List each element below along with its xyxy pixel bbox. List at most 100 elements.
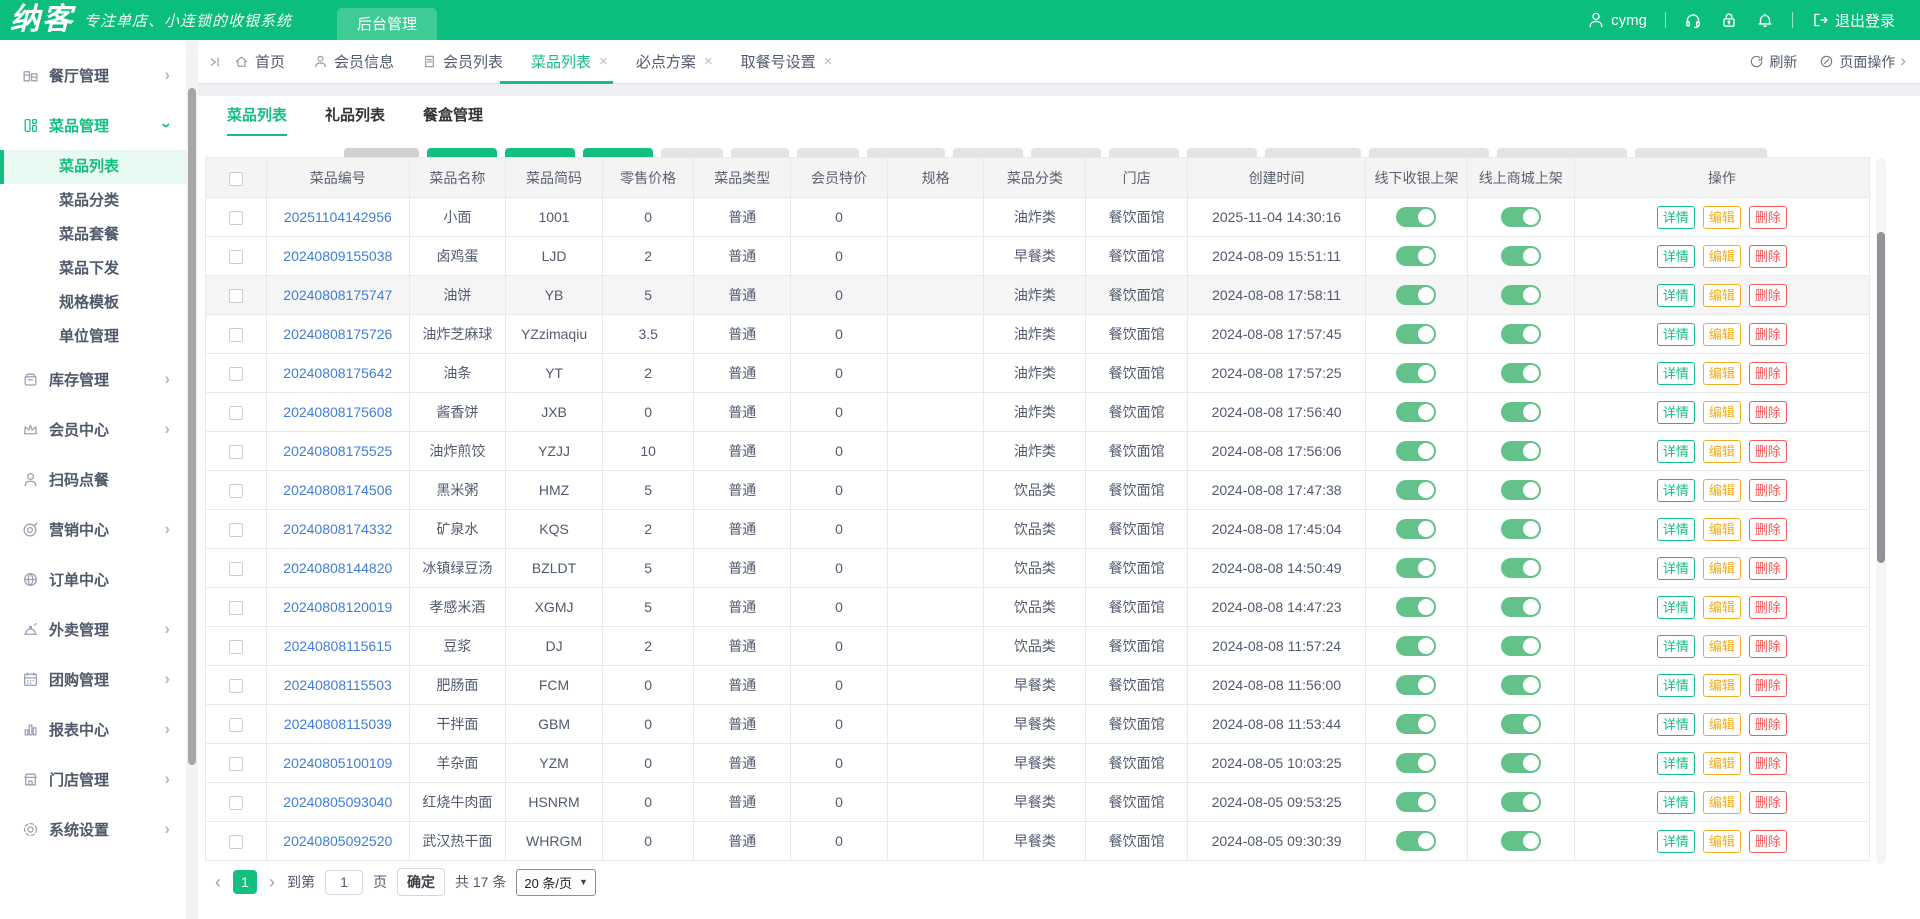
- delete-button[interactable]: 删除: [1749, 323, 1787, 346]
- tab-item[interactable]: 会员信息: [313, 51, 394, 72]
- row-checkbox[interactable]: [229, 562, 243, 576]
- refresh-button[interactable]: 刷新: [1749, 52, 1797, 72]
- goto-page-input[interactable]: [325, 870, 363, 895]
- sidebar-subitem[interactable]: 规格模板: [0, 286, 186, 320]
- clipped-toolbar-element[interactable]: [1635, 148, 1767, 157]
- offline-pos-toggle[interactable]: [1396, 246, 1436, 266]
- clipped-toolbar-element[interactable]: [953, 148, 1023, 157]
- delete-button[interactable]: 删除: [1749, 479, 1787, 502]
- row-checkbox[interactable]: [229, 601, 243, 615]
- sidebar-collapse-icon[interactable]: [206, 54, 222, 70]
- dish-code-link[interactable]: 20240808175747: [283, 287, 392, 303]
- row-checkbox[interactable]: [229, 211, 243, 225]
- offline-pos-toggle[interactable]: [1396, 285, 1436, 305]
- dish-code-link[interactable]: 20240808175608: [283, 404, 392, 420]
- tab-item[interactable]: 会员列表: [422, 51, 503, 72]
- edit-button[interactable]: 编辑: [1703, 557, 1741, 580]
- offline-pos-toggle[interactable]: [1396, 714, 1436, 734]
- sidebar-group[interactable]: 库存管理›: [0, 354, 186, 404]
- sidebar-group[interactable]: 菜品管理›: [0, 100, 186, 150]
- detail-button[interactable]: 详情: [1657, 752, 1695, 775]
- dish-code-link[interactable]: 20240808115615: [284, 638, 392, 654]
- subtab[interactable]: 礼品列表: [325, 104, 385, 136]
- edit-button[interactable]: 编辑: [1703, 635, 1741, 658]
- sidebar-subitem[interactable]: 菜品列表: [0, 150, 186, 184]
- row-checkbox[interactable]: [229, 250, 243, 264]
- online-mall-toggle[interactable]: [1501, 207, 1541, 227]
- detail-button[interactable]: 详情: [1657, 791, 1695, 814]
- edit-button[interactable]: 编辑: [1703, 830, 1741, 853]
- offline-pos-toggle[interactable]: [1396, 324, 1436, 344]
- delete-button[interactable]: 删除: [1749, 284, 1787, 307]
- edit-button[interactable]: 编辑: [1703, 401, 1741, 424]
- offline-pos-toggle[interactable]: [1396, 753, 1436, 773]
- detail-button[interactable]: 详情: [1657, 206, 1695, 229]
- edit-button[interactable]: 编辑: [1703, 518, 1741, 541]
- offline-pos-toggle[interactable]: [1396, 480, 1436, 500]
- bell-icon[interactable]: [1756, 11, 1774, 29]
- detail-button[interactable]: 详情: [1657, 284, 1695, 307]
- dish-code-link[interactable]: 20240805100109: [283, 755, 392, 771]
- detail-button[interactable]: 详情: [1657, 362, 1695, 385]
- online-mall-toggle[interactable]: [1501, 246, 1541, 266]
- dish-code-link[interactable]: 20240808174506: [283, 482, 392, 498]
- edit-button[interactable]: 编辑: [1703, 752, 1741, 775]
- row-checkbox[interactable]: [229, 445, 243, 459]
- detail-button[interactable]: 详情: [1657, 635, 1695, 658]
- sidebar-group[interactable]: 门店管理›: [0, 754, 186, 804]
- row-checkbox[interactable]: [229, 523, 243, 537]
- offline-pos-toggle[interactable]: [1396, 519, 1436, 539]
- delete-button[interactable]: 删除: [1749, 206, 1787, 229]
- online-mall-toggle[interactable]: [1501, 792, 1541, 812]
- offline-pos-toggle[interactable]: [1396, 636, 1436, 656]
- online-mall-toggle[interactable]: [1501, 402, 1541, 422]
- online-mall-toggle[interactable]: [1501, 675, 1541, 695]
- detail-button[interactable]: 详情: [1657, 479, 1695, 502]
- support-headset-icon[interactable]: [1684, 11, 1702, 29]
- lock-icon[interactable]: [1720, 11, 1738, 29]
- table-scrollbar[interactable]: [1876, 158, 1886, 864]
- online-mall-toggle[interactable]: [1501, 558, 1541, 578]
- clipped-toolbar-element[interactable]: [505, 148, 575, 157]
- dish-code-link[interactable]: 20240805092520: [283, 833, 392, 849]
- clipped-toolbar-element[interactable]: [1265, 148, 1361, 157]
- next-page-button[interactable]: ›: [267, 872, 277, 893]
- online-mall-toggle[interactable]: [1501, 285, 1541, 305]
- detail-button[interactable]: 详情: [1657, 518, 1695, 541]
- dish-code-link[interactable]: 20240808174332: [283, 521, 392, 537]
- detail-button[interactable]: 详情: [1657, 830, 1695, 853]
- delete-button[interactable]: 删除: [1749, 752, 1787, 775]
- page-size-select[interactable]: 20 条/页 ▼: [516, 869, 596, 896]
- detail-button[interactable]: 详情: [1657, 596, 1695, 619]
- dish-code-link[interactable]: 20240808144820: [283, 560, 392, 576]
- dish-code-link[interactable]: 20240808120019: [283, 599, 392, 615]
- online-mall-toggle[interactable]: [1501, 519, 1541, 539]
- edit-button[interactable]: 编辑: [1703, 362, 1741, 385]
- delete-button[interactable]: 删除: [1749, 596, 1787, 619]
- dish-code-link[interactable]: 20240808115039: [284, 716, 392, 732]
- detail-button[interactable]: 详情: [1657, 440, 1695, 463]
- sidebar-group[interactable]: 团购管理›: [0, 654, 186, 704]
- clipped-toolbar-element[interactable]: [1369, 148, 1489, 157]
- subtab[interactable]: 菜品列表: [227, 104, 287, 136]
- row-checkbox[interactable]: [229, 406, 243, 420]
- delete-button[interactable]: 删除: [1749, 791, 1787, 814]
- scrollbar-thumb[interactable]: [1877, 232, 1885, 563]
- offline-pos-toggle[interactable]: [1396, 558, 1436, 578]
- row-checkbox[interactable]: [229, 640, 243, 654]
- clipped-toolbar-element[interactable]: [661, 148, 723, 157]
- dish-code-link[interactable]: 20240808175642: [283, 365, 392, 381]
- clipped-toolbar-element[interactable]: [1187, 148, 1257, 157]
- current-page-button[interactable]: 1: [233, 870, 257, 894]
- sidebar-group[interactable]: 外卖管理›: [0, 604, 186, 654]
- online-mall-toggle[interactable]: [1501, 363, 1541, 383]
- clipped-toolbar-element[interactable]: [867, 148, 945, 157]
- dish-code-link[interactable]: 20240808115503: [284, 677, 392, 693]
- sidebar-group[interactable]: 订单中心: [0, 554, 186, 604]
- clipped-toolbar-element[interactable]: [797, 148, 859, 157]
- close-icon[interactable]: ×: [704, 53, 713, 70]
- offline-pos-toggle[interactable]: [1396, 207, 1436, 227]
- row-checkbox[interactable]: [229, 757, 243, 771]
- row-checkbox[interactable]: [229, 679, 243, 693]
- clipped-toolbar-element[interactable]: [344, 148, 419, 157]
